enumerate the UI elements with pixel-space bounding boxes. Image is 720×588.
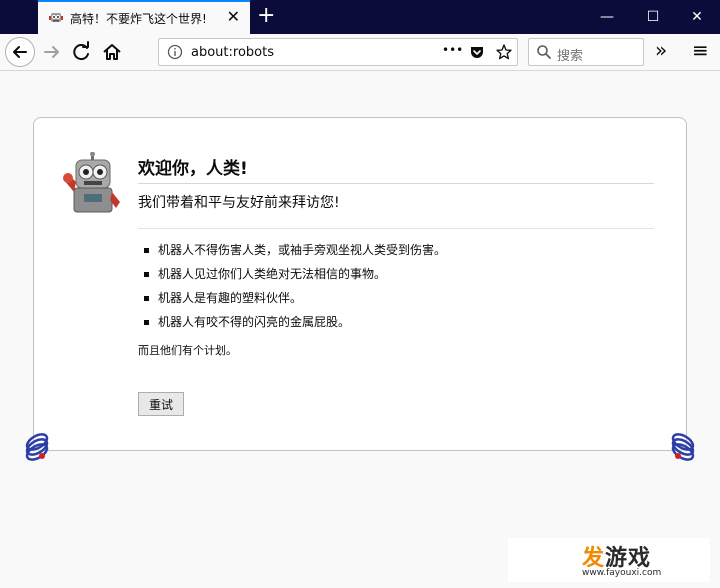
page-subtitle: 我们带着和平与友好前来拜访您!: [138, 192, 654, 229]
search-placeholder[interactable]: 搜索: [557, 45, 583, 64]
bookmark-star-icon[interactable]: [495, 43, 513, 61]
pocket-icon[interactable]: [469, 44, 485, 60]
list-item: 机器人不得伤害人类，或袖手旁观坐视人类受到伤害。: [144, 240, 446, 264]
maximize-button[interactable]: ☐: [630, 0, 676, 34]
minimize-button[interactable]: —: [584, 0, 630, 34]
info-icon[interactable]: [167, 44, 183, 60]
page-title: 欢迎你，人类!: [138, 154, 654, 184]
overflow-chevron-icon[interactable]: »: [655, 38, 667, 62]
robot-favicon-icon: [49, 13, 63, 22]
tab-title: 高特！不要炸飞这个世界!: [70, 12, 207, 26]
new-tab-button[interactable]: +: [257, 3, 275, 29]
page-actions-icon[interactable]: •••: [442, 43, 463, 57]
home-icon[interactable]: [100, 40, 124, 64]
close-window-button[interactable]: ✕: [674, 0, 720, 34]
left-spring-icon: [25, 433, 49, 461]
list-item: 机器人有咬不得的闪亮的金属屁股。: [144, 312, 446, 336]
site-watermark: 发游戏 www.fayouxi.com: [508, 538, 710, 582]
close-tab-icon[interactable]: ✕: [227, 8, 240, 26]
navigation-toolbar: about:robots ••• 搜索 » ≡: [0, 34, 720, 71]
search-bar[interactable]: 搜索: [528, 38, 644, 66]
address-bar[interactable]: about:robots •••: [158, 38, 518, 66]
retry-button[interactable]: 重试: [138, 392, 184, 416]
forward-arrow-icon[interactable]: [40, 40, 64, 64]
hamburger-menu-icon[interactable]: ≡: [692, 38, 709, 62]
url-text[interactable]: about:robots: [191, 45, 274, 60]
active-tab[interactable]: 高特！不要炸飞这个世界! ✕: [38, 0, 250, 34]
list-item: 机器人是有趣的塑料伙伴。: [144, 288, 446, 312]
search-icon: [537, 45, 551, 59]
right-spring-icon: [671, 433, 695, 461]
title-bar: 高特！不要炸飞这个世界! ✕ + — ☐ ✕: [0, 0, 720, 34]
robot-laws-list: 机器人不得伤害人类，或袖手旁观坐视人类受到伤害。 机器人见过你们人类绝对无法相信…: [144, 240, 446, 336]
list-item: 机器人见过你们人类绝对无法相信的事物。: [144, 264, 446, 288]
robot-illustration: [63, 152, 120, 213]
reload-icon[interactable]: [70, 40, 94, 64]
back-button[interactable]: [5, 37, 35, 67]
watermark-url: www.fayouxi.com: [582, 568, 662, 578]
back-arrow-icon: [13, 46, 27, 58]
about-robots-card: 欢迎你，人类! 我们带着和平与友好前来拜访您! 机器人不得伤害人类，或袖手旁观坐…: [33, 117, 687, 451]
plan-text: 而且他们有个计划。: [138, 344, 237, 357]
